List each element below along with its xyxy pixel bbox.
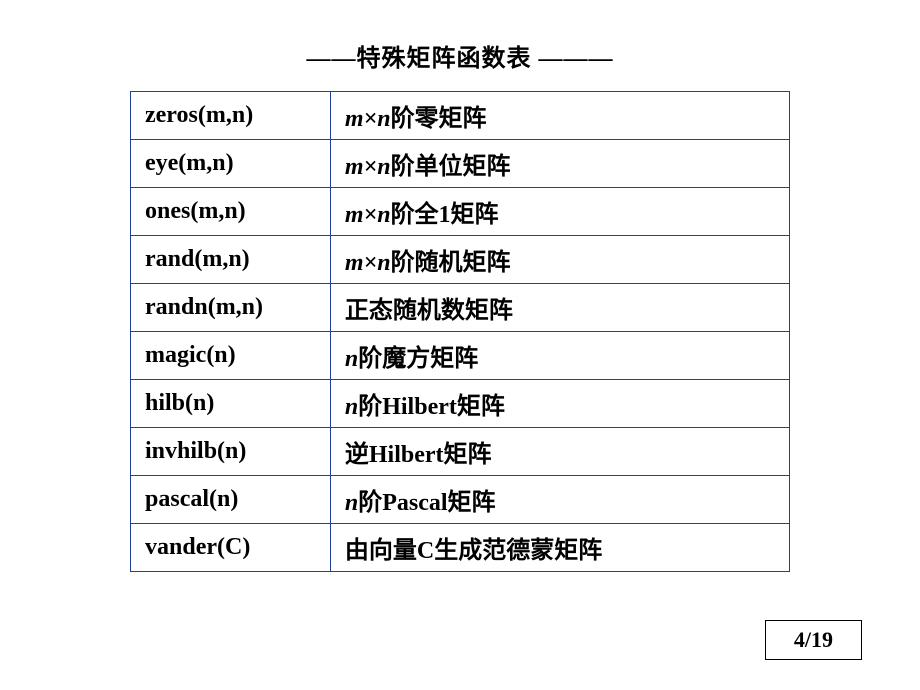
- func-cell: magic(n): [131, 332, 331, 380]
- desc-rest: 逆Hilbert矩阵: [345, 442, 492, 468]
- table-row: magic(n) n阶魔方矩阵: [131, 332, 790, 380]
- desc-prefix: m×n: [345, 106, 391, 132]
- func-cell: rand(m,n): [131, 236, 331, 284]
- desc-cell: n阶Pascal矩阵: [330, 476, 789, 524]
- func-cell: ones(m,n): [131, 188, 331, 236]
- desc-cell: 由向量C生成范德蒙矩阵: [330, 524, 789, 572]
- desc-rest: 阶全1矩阵: [391, 202, 499, 228]
- desc-rest: 阶零矩阵: [391, 106, 487, 132]
- table-row: eye(m,n) m×n阶单位矩阵: [131, 140, 790, 188]
- desc-prefix: m×n: [345, 154, 391, 180]
- func-cell: vander(C): [131, 524, 331, 572]
- func-cell: eye(m,n): [131, 140, 331, 188]
- page-number: 4/19: [765, 620, 862, 660]
- desc-cell: m×n阶零矩阵: [330, 92, 789, 140]
- desc-cell: m×n阶单位矩阵: [330, 140, 789, 188]
- desc-cell: 正态随机数矩阵: [330, 284, 789, 332]
- desc-rest: 由向量C生成范德蒙矩阵: [345, 538, 602, 564]
- title-text: 特殊矩阵函数表: [357, 46, 532, 72]
- func-cell: zeros(m,n): [131, 92, 331, 140]
- table-row: vander(C) 由向量C生成范德蒙矩阵: [131, 524, 790, 572]
- desc-prefix: n: [345, 346, 358, 372]
- desc-rest: 阶Hilbert矩阵: [358, 394, 505, 420]
- desc-prefix: n: [345, 394, 358, 420]
- func-cell: invhilb(n): [131, 428, 331, 476]
- func-cell: randn(m,n): [131, 284, 331, 332]
- table-row: zeros(m,n) m×n阶零矩阵: [131, 92, 790, 140]
- desc-cell: m×n阶随机矩阵: [330, 236, 789, 284]
- function-table: zeros(m,n) m×n阶零矩阵 eye(m,n) m×n阶单位矩阵 one…: [130, 91, 790, 572]
- table-row: ones(m,n) m×n阶全1矩阵: [131, 188, 790, 236]
- slide-title: ——特殊矩阵函数表 ———: [0, 0, 920, 73]
- desc-cell: m×n阶全1矩阵: [330, 188, 789, 236]
- desc-rest: 阶魔方矩阵: [358, 346, 478, 372]
- func-cell: pascal(n): [131, 476, 331, 524]
- slide: ——特殊矩阵函数表 ——— zeros(m,n) m×n阶零矩阵 eye(m,n…: [0, 0, 920, 690]
- title-prefix: ——: [307, 46, 357, 72]
- desc-cell: n阶Hilbert矩阵: [330, 380, 789, 428]
- title-suffix: ———: [532, 46, 614, 72]
- table-row: hilb(n) n阶Hilbert矩阵: [131, 380, 790, 428]
- desc-rest: 正态随机数矩阵: [345, 298, 513, 324]
- desc-prefix: m×n: [345, 202, 391, 228]
- table-row: randn(m,n) 正态随机数矩阵: [131, 284, 790, 332]
- table-row: rand(m,n) m×n阶随机矩阵: [131, 236, 790, 284]
- desc-prefix: m×n: [345, 250, 391, 276]
- desc-rest: 阶单位矩阵: [391, 154, 511, 180]
- desc-cell: n阶魔方矩阵: [330, 332, 789, 380]
- func-cell: hilb(n): [131, 380, 331, 428]
- table-body: zeros(m,n) m×n阶零矩阵 eye(m,n) m×n阶单位矩阵 one…: [131, 92, 790, 572]
- table-row: invhilb(n) 逆Hilbert矩阵: [131, 428, 790, 476]
- table-row: pascal(n) n阶Pascal矩阵: [131, 476, 790, 524]
- table-container: zeros(m,n) m×n阶零矩阵 eye(m,n) m×n阶单位矩阵 one…: [130, 91, 790, 572]
- desc-rest: 阶随机矩阵: [391, 250, 511, 276]
- desc-rest: 阶Pascal矩阵: [358, 490, 495, 516]
- desc-prefix: n: [345, 490, 358, 516]
- desc-cell: 逆Hilbert矩阵: [330, 428, 789, 476]
